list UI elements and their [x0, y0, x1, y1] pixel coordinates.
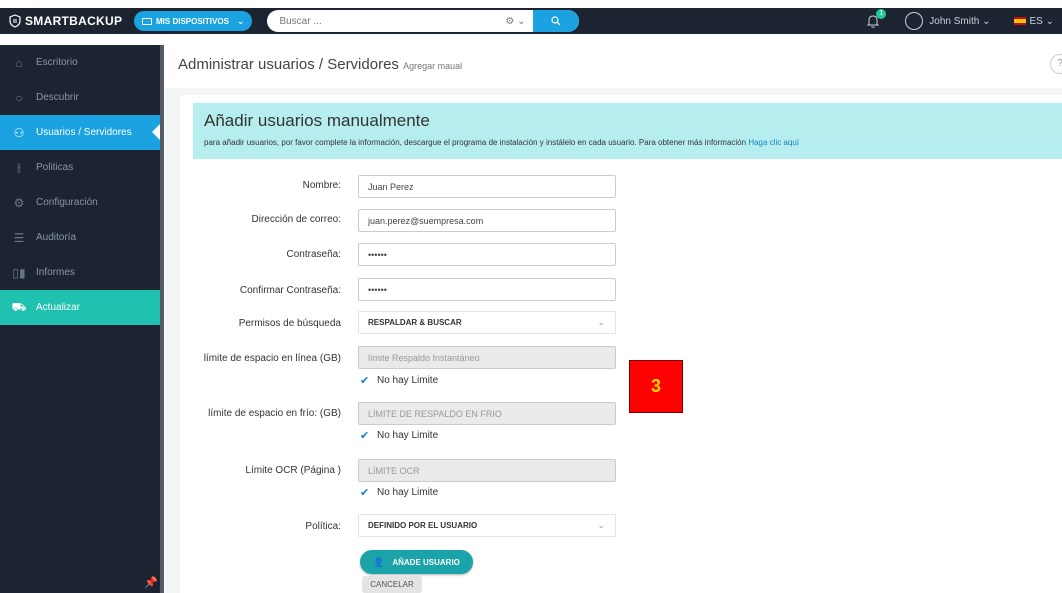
name-label: Nombre: — [302, 180, 341, 191]
banner-title: Añadir usuarios manualmente — [204, 111, 430, 130]
shield-icon — [9, 14, 21, 28]
policy-label: Política: — [305, 521, 341, 532]
my-devices-button[interactable]: MIS DISPOSITIVOS ⌄ — [134, 11, 253, 31]
sidebar-item-escritorio[interactable]: ⌂ Escritorio — [0, 45, 160, 80]
gear-icon: ⚙ — [13, 195, 25, 210]
add-user-label: AÑADE USUARIO — [392, 557, 460, 567]
ocr-no-limit-checkbox[interactable]: ✔ No hay Limite — [360, 487, 438, 498]
info-banner: Añadir usuarios manualmente para añadir … — [193, 103, 1062, 159]
add-user-icon: 👤 — [373, 556, 385, 567]
sidebar-item-label: Informes — [36, 267, 75, 278]
password-label: Contraseña: — [286, 249, 341, 260]
bar-chart-icon: ▯▮ — [12, 265, 26, 280]
chevron-down-icon: ⌄ — [597, 317, 605, 327]
search-icon: ○ — [15, 90, 23, 105]
banner-text: para añadir usuarios, por favor complete… — [204, 138, 799, 147]
language-selector[interactable]: ES ⌄ — [1014, 16, 1054, 27]
sidebar-item-informes[interactable]: ▯▮ Informes — [0, 255, 160, 290]
search-icon — [551, 16, 561, 26]
monitor-icon — [142, 17, 152, 25]
sidebar-item-label: Descubrir — [36, 92, 79, 103]
cold-no-limit-checkbox[interactable]: ✔ No hay Limite — [360, 430, 438, 441]
search-permissions-select[interactable]: RESPALDAR & BUSCAR ⌄ — [358, 311, 616, 334]
password-field[interactable]: •••••• — [358, 243, 616, 266]
sidebar-item-auditoria[interactable]: ☰ Auditoría — [0, 220, 160, 255]
online-no-limit-checkbox[interactable]: ✔ No hay Limite — [360, 375, 438, 386]
add-user-button[interactable]: 👤 AÑADE USUARIO — [360, 550, 473, 574]
search-input[interactable] — [267, 10, 498, 32]
spain-flag-icon — [1014, 17, 1027, 25]
home-icon: ⌂ — [15, 55, 23, 70]
cold-limit-field[interactable]: LÍMITE DE RESPALDO EN FRIO — [358, 402, 616, 425]
checkmark-icon: ✔ — [360, 374, 370, 387]
chevron-down-icon: ⌄ — [597, 520, 605, 530]
step-marker: 3 — [629, 360, 683, 413]
search-permissions-value: RESPALDAR & BUSCAR — [368, 318, 462, 327]
more-info-link[interactable]: Haga clic aquí — [748, 138, 799, 147]
ocr-limit-label: Límite OCR (Página ) — [245, 465, 341, 476]
cold-limit-label: límite de espacio en frío: (GB) — [208, 408, 341, 419]
online-limit-label: límite de espacio en línea (GB) — [203, 353, 341, 364]
sidebar-item-configuracion[interactable]: ⚙ Configuración — [0, 185, 160, 220]
page-subtitle: Agregar maual — [403, 61, 463, 71]
sidebar-item-label: Actualizar — [36, 302, 80, 313]
help-icon[interactable]: ? — [1050, 54, 1062, 74]
sidebar-item-usuarios-servidores[interactable]: ⚇ Usuarios / Servidores — [0, 115, 160, 150]
cold-no-limit-label: No hay Limite — [377, 430, 439, 441]
sliders-icon: ⫲ — [17, 160, 21, 174]
online-no-limit-label: No hay Limite — [377, 375, 439, 386]
top-right-area: 1 John Smith ⌄ ES ⌄ — [865, 8, 1062, 34]
policy-select[interactable]: DEFINIDO POR EL USUARIO ⌄ — [358, 514, 616, 537]
sidebar-item-label: Usuarios / Servidores — [36, 127, 132, 138]
avatar — [905, 12, 924, 30]
form-card — [180, 95, 1062, 593]
email-field[interactable]: juan.perez@suempresa.com — [358, 209, 616, 232]
language-code: ES — [1029, 15, 1043, 27]
sidebar-item-descubrir[interactable]: ○ Descubrir — [0, 80, 160, 115]
online-limit-field[interactable]: límite Respaldo Instantáneo — [358, 346, 616, 369]
confirm-password-label: Confirmar Contraseña: — [239, 285, 341, 296]
checkmark-icon: ✔ — [360, 429, 370, 442]
search-button[interactable] — [533, 10, 580, 32]
sidebar-scrollbar[interactable] — [160, 45, 164, 593]
banner-description: para añadir usuarios, por favor complete… — [204, 138, 747, 147]
search-bar: ⚙ ⌄ — [267, 10, 580, 32]
list-icon: ☰ — [13, 230, 25, 245]
email-label: Dirección de correo: — [251, 214, 341, 225]
chevron-down-icon: ⌄ — [236, 15, 245, 26]
devices-label: MIS DISPOSITIVOS — [156, 16, 229, 26]
checkmark-icon: ✔ — [360, 486, 370, 499]
sidebar-item-label: Politicas — [36, 162, 74, 173]
sidebar-item-politicas[interactable]: ⫲ Politicas — [0, 150, 160, 185]
pin-icon[interactable]: 📌 — [144, 576, 158, 589]
ocr-no-limit-label: No hay Limite — [377, 487, 439, 498]
cancel-button[interactable]: CANCELAR — [362, 576, 422, 593]
notifications-bell[interactable]: 1 — [865, 9, 887, 29]
brand-name: SMARTBACKUP — [25, 14, 123, 28]
user-menu[interactable]: John Smith ⌄ — [905, 12, 990, 30]
page-title-text: Administrar usuarios / Servidores — [178, 56, 399, 73]
chevron-down-icon: ⌄ — [979, 15, 991, 27]
notification-count-badge: 1 — [876, 9, 887, 19]
user-name: John Smith — [929, 15, 980, 27]
policy-value: DEFINIDO POR EL USUARIO — [368, 521, 478, 530]
sidebar-item-label: Auditoría — [36, 232, 77, 243]
sidebar: ⌂ Escritorio ○ Descubrir ⚇ Usuarios / Se… — [0, 45, 164, 593]
search-permissions-label: Permisos de búsqueda — [238, 318, 341, 329]
ocr-limit-field[interactable]: LÍMITE OCR — [358, 459, 616, 482]
chevron-down-icon: ⌄ — [1042, 15, 1054, 27]
top-bar: SMARTBACKUP MIS DISPOSITIVOS ⌄ ⚙ ⌄ 1 Joh… — [0, 8, 1062, 34]
users-icon: ⚇ — [13, 125, 25, 140]
cart-icon: ⛟ — [11, 299, 27, 314]
search-options-gear-icon[interactable]: ⚙ ⌄ — [497, 16, 533, 27]
page-title: Administrar usuarios / Servidores Agrega… — [178, 56, 462, 73]
confirm-password-field[interactable]: •••••• — [358, 278, 616, 301]
brand-logo[interactable]: SMARTBACKUP — [0, 14, 134, 28]
sidebar-item-label: Configuración — [36, 197, 98, 208]
name-field[interactable]: Juan Perez — [358, 175, 616, 198]
sidebar-item-actualizar[interactable]: ⛟ Actualizar — [0, 290, 160, 325]
sidebar-item-label: Escritorio — [36, 57, 78, 68]
